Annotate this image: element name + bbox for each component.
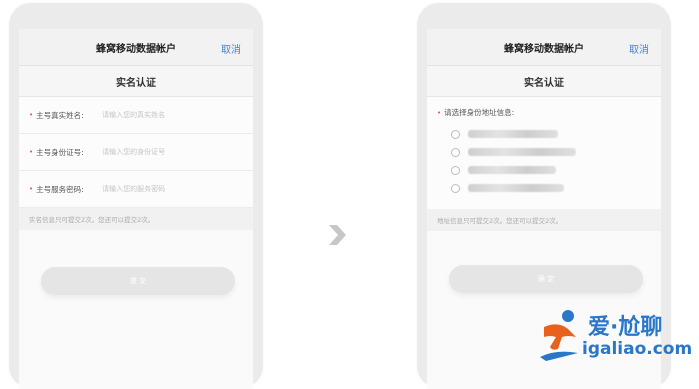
site-logo: 爱·尬聊 igaliao.com [538,305,694,367]
blurred-address [468,148,576,156]
name-field-row: • 主号真实姓名: [19,97,253,134]
required-star-icon: • [29,148,34,156]
address-prompt: 请选择身份地址信息: [444,108,515,117]
address-option[interactable] [437,143,661,161]
radio-icon[interactable] [451,129,460,139]
id-number-input[interactable] [102,148,243,156]
name-input[interactable] [102,111,243,119]
blurred-address [468,130,558,138]
address-option[interactable] [437,161,661,179]
id-field-row: • 主号身份证号: [19,134,253,171]
radio-icon[interactable] [451,147,460,157]
blurred-address [468,166,556,174]
left-navbar: 蜂窝移动数据帐户 取消 [19,29,253,66]
runner-logo-icon [540,310,578,361]
left-screen: 蜂窝移动数据帐户 取消 实名认证 • 主号真实姓名: • 主号身份证号: • 主… [19,29,253,389]
submit-button[interactable]: 提 交 [41,267,235,295]
required-star-icon: • [437,108,442,117]
left-subtitle: 实名认证 [116,77,156,89]
password-field-row: • 主号服务密码: [19,171,253,208]
service-password-input[interactable] [102,185,243,193]
left-phone: 蜂窝移动数据帐户 取消 实名认证 • 主号真实姓名: • 主号身份证号: • 主… [9,3,263,389]
address-section: • 请选择身份地址信息: [427,97,661,209]
id-field-label: 主号身份证号: [36,147,84,157]
logo-url: igaliao.com [582,339,693,359]
right-note: 地址信息只可提交2次。您还可以提交2次。 [427,209,661,231]
radio-icon[interactable] [451,183,460,193]
blurred-address [468,184,564,192]
address-prompt-row: • 请选择身份地址信息: [437,107,661,118]
left-note: 实名信息只可提交2次。您还可以提交2次。 [19,208,253,230]
right-cancel-button[interactable]: 取消 [629,41,649,56]
chevron-right-icon [329,225,346,245]
logo-text: 爱·尬聊 [588,315,663,340]
required-star-icon: • [29,185,34,193]
right-subtitle: 实名认证 [524,77,564,89]
left-subtitle-bar: 实名认证 [19,66,253,97]
name-field-label: 主号真实姓名: [36,110,84,120]
left-nav-title: 蜂窝移动数据帐户 [96,43,176,55]
password-field-label: 主号服务密码: [36,184,84,194]
address-option[interactable] [437,125,661,143]
address-option[interactable] [437,179,661,197]
confirm-button[interactable]: 确 定 [449,265,643,293]
required-star-icon: • [29,111,34,119]
right-navbar: 蜂窝移动数据帐户 取消 [427,29,661,66]
right-subtitle-bar: 实名认证 [427,66,661,97]
right-nav-title: 蜂窝移动数据帐户 [504,43,584,55]
left-cancel-button[interactable]: 取消 [221,41,241,56]
radio-icon[interactable] [451,165,460,175]
